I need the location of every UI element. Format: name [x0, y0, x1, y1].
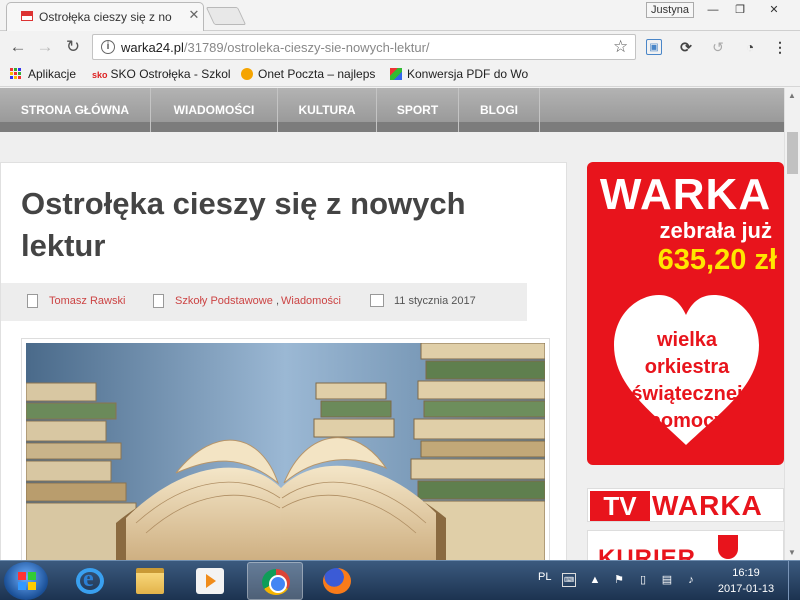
windows-taskbar: PL ⌨ ▲ ⚑ ▯ ▤ ♪ 16:19 2017-01-13 — [0, 560, 800, 600]
folder-icon — [136, 568, 164, 594]
taskbar-internet-explorer[interactable] — [62, 562, 118, 600]
category-link-schools[interactable]: Szkoły Podstawowe — [175, 295, 273, 307]
info-icon[interactable]: i — [101, 40, 115, 54]
taskbar-chrome[interactable] — [247, 562, 303, 600]
nav-item-culture[interactable]: KULTURA — [278, 88, 377, 132]
window-close-button[interactable]: ✕ — [758, 2, 790, 18]
internet-explorer-icon — [76, 566, 104, 594]
tv-logo-left: TV — [590, 491, 650, 521]
tv-logo-right: WARKA — [652, 490, 763, 521]
taskbar-media-player[interactable] — [182, 562, 238, 600]
back-arrow-icon[interactable]: ← — [8, 37, 28, 57]
bookmark-label: Konwersja PDF do Wo — [407, 67, 529, 81]
article-title: Ostrołęka cieszy się z nowych lektur — [21, 186, 466, 263]
extension-cast-icon[interactable]: ▣ — [646, 39, 662, 55]
volume-icon[interactable]: ♪ — [684, 573, 698, 587]
window-minimize-button[interactable]: — — [700, 2, 726, 18]
crest-icon — [718, 535, 738, 559]
scroll-down-arrow-icon[interactable]: ▼ — [788, 548, 796, 557]
bookmark-label: SKO Ostrołęka - Szkol — [110, 67, 231, 81]
bookmark-label: Aplikacje — [28, 67, 77, 81]
bookmark-star-icon[interactable]: ☆ — [613, 37, 628, 57]
apps-grid-icon — [10, 68, 22, 80]
start-button[interactable] — [4, 562, 48, 600]
extension-speed-icon[interactable]: ◔ — [742, 39, 758, 55]
address-bar[interactable]: i warka24.pl/31789/ostroleka-cieszy-sie-… — [92, 34, 636, 60]
ad-headline: WARKA — [599, 170, 772, 219]
url-domain: warka24.pl — [121, 40, 184, 55]
profile-button[interactable]: Justyna — [646, 2, 694, 18]
scroll-up-arrow-icon[interactable]: ▲ — [788, 91, 796, 100]
forward-arrow-icon[interactable]: → — [35, 37, 55, 57]
reload-icon[interactable]: ↻ — [63, 37, 83, 57]
author-document-icon — [27, 294, 38, 308]
calendar-icon — [370, 294, 384, 307]
firefox-icon — [323, 568, 351, 594]
battery-icon[interactable]: ▯ — [636, 573, 650, 587]
open-book-photo — [26, 343, 545, 560]
ad-subheadline: zebrała już — [659, 218, 772, 243]
taskbar-clock[interactable]: 16:19 2017-01-13 — [708, 565, 784, 597]
nav-item-sport[interactable]: SPORT — [377, 88, 459, 132]
tray-expand-icon[interactable]: ▲ — [588, 573, 602, 587]
language-indicator[interactable]: PL — [538, 571, 551, 583]
url-text[interactable]: warka24.pl/31789/ostroleka-cieszy-sie-no… — [121, 40, 430, 55]
wosp-banner-ad[interactable]: WARKA zebrała już 635,20 zł wielka orkie… — [587, 162, 784, 465]
chrome-menu-icon[interactable]: ⋮ — [772, 39, 788, 55]
bookmark-onet[interactable]: Onet Poczta – najleps — [241, 67, 381, 83]
network-icon[interactable]: ▤ — [660, 573, 674, 587]
browser-toolbar: ← → ↻ i warka24.pl/31789/ostroleka-ciesz… — [0, 31, 800, 63]
category-link-news[interactable]: Wiadomości — [281, 295, 341, 307]
nav-item-news[interactable]: WIADOMOŚCI — [151, 88, 278, 132]
wosp-slogan: wielka orkiestra świątecznej pomocy — [631, 329, 743, 432]
browser-titlebar: Ostrołęka cieszy się z no ✕ Justyna — ❐ … — [0, 0, 800, 31]
nav-item-home[interactable]: STRONA GŁÓWNA — [0, 88, 151, 132]
keyboard-icon[interactable]: ⌨ — [562, 573, 576, 587]
tab-title: Ostrołęka cieszy się z no — [39, 10, 172, 24]
category-separator: , — [276, 295, 280, 307]
bookmark-pdf[interactable]: Konwersja PDF do Wo — [390, 67, 530, 83]
pdf-converter-icon — [390, 68, 402, 80]
browser-tab-active[interactable]: Ostrołęka cieszy się z no ✕ — [6, 2, 204, 31]
extension-refresh-icon[interactable]: ↺ — [710, 39, 726, 55]
nav-item-blogs[interactable]: BLOGI — [459, 88, 540, 132]
window-maximize-button[interactable]: ❐ — [727, 2, 753, 18]
new-tab-button[interactable] — [205, 7, 247, 25]
site-main-nav: STRONA GŁÓWNA WIADOMOŚCI KULTURA SPORT B… — [0, 88, 784, 132]
chrome-icon — [262, 569, 290, 595]
article-author-link[interactable]: Tomasz Rawski — [49, 295, 125, 307]
bookmark-apps[interactable]: Aplikacje — [10, 67, 90, 83]
category-document-icon — [153, 294, 164, 308]
taskbar-explorer[interactable] — [122, 562, 178, 600]
article-card: Ostrołęka cieszy się z nowych lektur Tom… — [0, 162, 567, 560]
show-desktop-button[interactable] — [788, 561, 800, 600]
ad-amount: 635,20 zł — [657, 244, 777, 276]
clock-time: 16:19 — [732, 567, 760, 579]
article-meta: Tomasz Rawski Szkoły Podstawowe , Wiadom… — [1, 283, 527, 321]
scrollbar-thumb[interactable] — [787, 132, 798, 174]
article-date: 11 stycznia 2017 — [394, 295, 476, 307]
media-player-icon — [196, 568, 224, 594]
windows-logo-icon — [18, 572, 36, 590]
taskbar-firefox[interactable] — [309, 562, 365, 600]
bookmark-sko[interactable]: sko SKO Ostrołęka - Szkol — [92, 67, 232, 83]
kurier-title: KURIER — [598, 545, 697, 560]
page-viewport: STRONA GŁÓWNA WIADOMOŚCI KULTURA SPORT B… — [0, 88, 784, 560]
onet-logo-icon — [241, 68, 253, 80]
action-center-icon[interactable]: ⚑ — [612, 573, 626, 587]
bookmarks-bar: Aplikacje sko SKO Ostrołęka - Szkol Onet … — [0, 63, 800, 87]
site-favicon-icon — [21, 11, 33, 21]
clock-date: 2017-01-13 — [717, 583, 775, 595]
extension-sync-icon[interactable]: ⟳ — [678, 39, 694, 55]
kurier-banner[interactable]: KURIER — [587, 530, 784, 560]
bookmark-label: Onet Poczta – najleps — [258, 67, 376, 81]
url-path: /31789/ostroleka-cieszy-sie-nowych-lektu… — [183, 40, 430, 55]
page-scrollbar[interactable]: ▲ ▼ — [784, 88, 800, 560]
tv-warka-logo[interactable]: TV WARKA — [587, 488, 784, 522]
tab-close-icon[interactable]: ✕ — [187, 8, 201, 22]
sko-logo-icon: sko — [92, 70, 108, 80]
article-featured-image — [21, 338, 550, 560]
